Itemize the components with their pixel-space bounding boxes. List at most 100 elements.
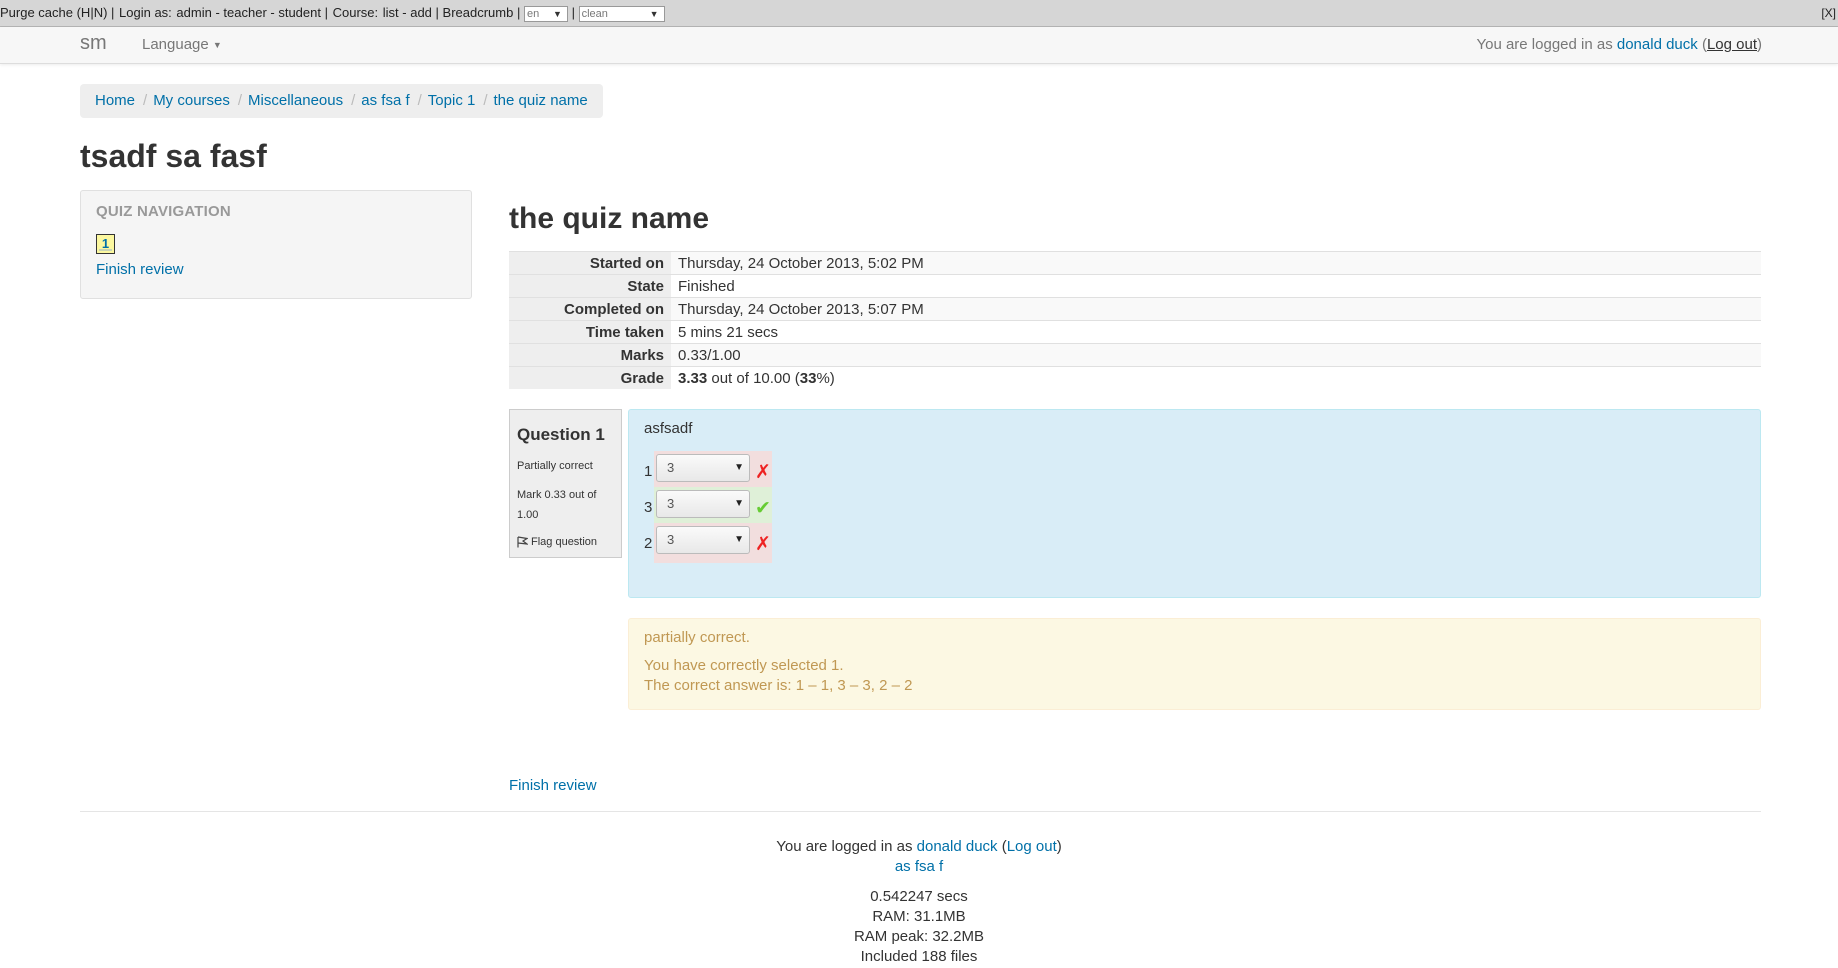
footer-divider <box>80 811 1761 812</box>
dropdown-arrow-icon: ▼ <box>649 8 659 19</box>
dropdown-arrow-icon: ▼ <box>734 498 744 509</box>
summary-label: Grade <box>509 366 671 389</box>
footer-logout-link[interactable]: Log out <box>1007 838 1057 855</box>
course-label: Course: <box>332 5 379 20</box>
summary-value: 5 mins 21 secs <box>671 320 1761 344</box>
theme-select[interactable]: clean ▼ <box>578 5 665 22</box>
footer-course-link[interactable]: as fsa f <box>895 858 943 875</box>
question-mark: Mark 0.33 out of 1.00 <box>517 489 597 521</box>
purge-cache-link[interactable]: Purge cache (H|N) <box>0 5 107 20</box>
attempt-summary-table: Started on Thursday, 24 October 2013, 5:… <box>509 251 1761 389</box>
flag-question-label: Flag question <box>531 536 598 548</box>
question-feedback: partially correct. You have correctly se… <box>628 618 1761 710</box>
login-as-student-link[interactable]: student <box>278 5 321 20</box>
login-as-admin-link[interactable]: admin <box>176 5 211 20</box>
login-info-text: You are logged in as <box>1476 36 1613 53</box>
grade-score: 3.33 <box>678 369 708 387</box>
correct-icon: ✔ <box>755 498 771 519</box>
breadcrumb-quiz[interactable]: the quiz name <box>494 92 588 109</box>
language-select-value: en <box>526 7 540 20</box>
finish-review-link[interactable]: Finish review <box>96 261 184 278</box>
performance-info: 0.542247 secs RAM: 31.1MB RAM peak: 32.2… <box>0 887 1838 967</box>
match-stem: 3 <box>644 499 653 516</box>
summary-row: Completed on Thursday, 24 October 2013, … <box>509 297 1761 321</box>
summary-label: Completed on <box>509 297 671 321</box>
question-content: asfsadf 1 3 ▼ ✗ 3 3 ▼ ✔ 2 3 ▼ ✗ <box>628 409 1761 598</box>
match-answer-select[interactable]: 3 ▼ <box>656 454 750 482</box>
summary-row: Grade 3.33 out of 10.00 (33%) <box>509 366 1761 389</box>
right-answer: The correct answer is: 1 – 1, 3 – 3, 2 –… <box>644 677 913 694</box>
breadcrumb-course[interactable]: as fsa f <box>361 92 409 109</box>
dropdown-arrow-icon: ▼ <box>553 8 562 19</box>
match-row: 1 3 ▼ ✗ <box>644 451 784 491</box>
footer-login-info: You are logged in as donald duck (Log ou… <box>776 838 1062 855</box>
summary-value: 0.33/1.00 <box>671 343 1761 367</box>
question-info: Question 1 Partially correct Mark 0.33 o… <box>509 409 622 558</box>
general-feedback: partially correct. <box>644 629 750 646</box>
incorrect-icon: ✗ <box>755 534 771 555</box>
summary-value: Finished <box>671 274 1761 298</box>
language-select[interactable]: en ▼ <box>523 5 568 22</box>
flag-question-button[interactable]: Flag question <box>517 536 597 548</box>
match-stem: 2 <box>644 535 653 552</box>
match-answer-value: 3 <box>667 496 675 511</box>
caret-down-icon: ▼ <box>212 40 222 51</box>
dropdown-arrow-icon: ▼ <box>734 462 744 473</box>
flag-icon <box>517 536 530 548</box>
summary-label: Time taken <box>509 320 671 344</box>
breadcrumb-separator: / <box>417 92 422 109</box>
summary-label: Started on <box>509 251 671 275</box>
login-as-teacher-link[interactable]: teacher <box>223 5 266 20</box>
devbar-close-button[interactable]: [X] <box>1821 0 1836 26</box>
footer-course-row: as fsa f <box>0 857 1838 877</box>
page-title: tsadf sa fasf <box>80 138 267 174</box>
grade-out-of: out of 10.00 ( <box>707 369 800 387</box>
match-answer-select[interactable]: 3 ▼ <box>656 490 750 518</box>
user-profile-link[interactable]: donald duck <box>1617 36 1698 53</box>
theme-select-value: clean <box>581 7 608 20</box>
summary-row: State Finished <box>509 274 1761 298</box>
language-menu-label: Language <box>142 36 209 53</box>
question-state: Partially correct <box>517 460 593 472</box>
footer-user-link[interactable]: donald duck <box>917 838 998 855</box>
breadcrumb-toggle-link[interactable]: Breadcrumb <box>443 5 514 20</box>
breadcrumb-my-courses[interactable]: My courses <box>153 92 230 109</box>
course-list-link[interactable]: list <box>383 5 399 20</box>
breadcrumb-category[interactable]: Miscellaneous <box>248 92 343 109</box>
dropdown-arrow-icon: ▼ <box>734 534 744 545</box>
grade-value: 3.33 out of 10.00 (33%) <box>671 366 1761 389</box>
match-answer-value: 3 <box>667 532 675 547</box>
perf-time: 0.542247 secs <box>870 888 968 905</box>
quiz-navigation-block: QUIZ NAVIGATION 1 Finish review <box>80 190 472 299</box>
logout-link[interactable]: Log out <box>1707 36 1757 53</box>
quiz-title: the quiz name <box>509 202 710 235</box>
question-number-label: Question <box>517 425 591 444</box>
breadcrumb-section[interactable]: Topic 1 <box>428 92 476 109</box>
page-footer: You are logged in as donald duck (Log ou… <box>0 837 1838 967</box>
match-answer-value: 3 <box>667 460 675 475</box>
match-answer-select[interactable]: 3 ▼ <box>656 526 750 554</box>
navbar: sm Language ▼ You are logged in as donal… <box>0 27 1838 64</box>
language-menu[interactable]: Language ▼ <box>142 36 222 53</box>
quiz-question-button[interactable]: 1 <box>96 234 115 254</box>
quiz-navigation-title: QUIZ NAVIGATION <box>96 203 231 220</box>
site-brand[interactable]: sm <box>80 32 107 55</box>
breadcrumb-home[interactable]: Home <box>95 92 135 109</box>
grade-percent: 33 <box>799 369 817 387</box>
match-answer-cell: 3 ▼ ✔ <box>654 487 772 527</box>
finish-review-link[interactable]: Finish review <box>509 777 597 794</box>
summary-row: Marks 0.33/1.00 <box>509 343 1761 367</box>
perf-files: Included 188 files <box>860 948 978 965</box>
question-number: Question 1 <box>517 425 605 445</box>
match-answer-cell: 3 ▼ ✗ <box>654 451 772 491</box>
match-answer-cell: 3 ▼ ✗ <box>654 523 772 563</box>
course-add-link[interactable]: add <box>410 5 432 20</box>
footer-login-text: You are logged in as <box>776 838 913 855</box>
login-info: You are logged in as donald duck (Log ou… <box>1476 36 1762 53</box>
summary-row: Time taken 5 mins 21 secs <box>509 320 1761 344</box>
perf-ram: RAM: 31.1MB <box>872 908 966 925</box>
match-row: 2 3 ▼ ✗ <box>644 523 784 563</box>
num-parts-correct: You have correctly selected 1. <box>644 657 844 674</box>
breadcrumb-separator: / <box>483 92 488 109</box>
question-number-value: 1 <box>595 425 605 444</box>
